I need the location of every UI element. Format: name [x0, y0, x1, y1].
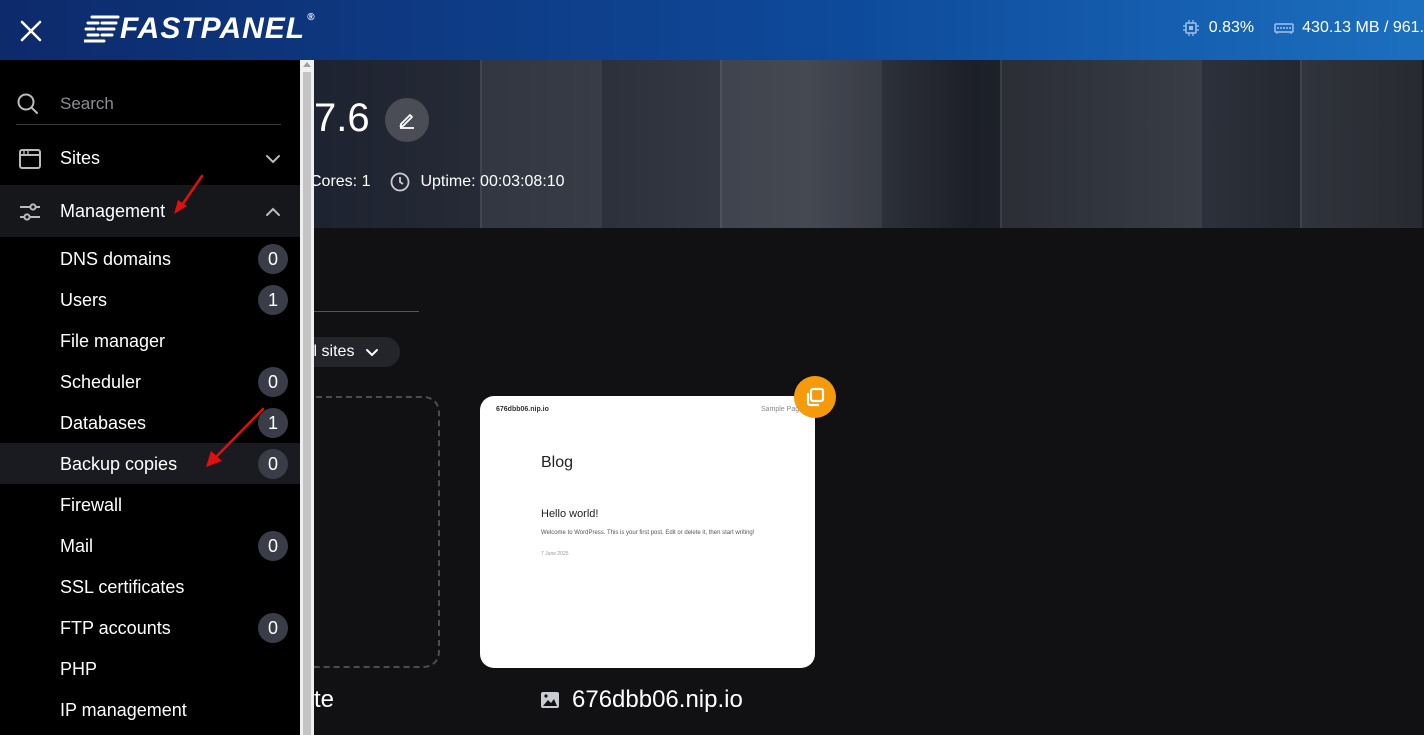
create-site-label[interactable]: te [314, 686, 334, 714]
preview-blog-title: Blog [541, 454, 574, 471]
sidebar-item-ssl-certificates[interactable]: SSL certificates [0, 566, 300, 607]
sidebar-menu: Sites Management DNS domains 0 Users 1 F… [0, 60, 300, 735]
sidebar-item-dns-domains[interactable]: DNS domains 0 [0, 238, 300, 279]
sidebar-item-backup-copies[interactable]: Backup copies 0 [0, 443, 300, 484]
sidebar-item-label: Backup copies [60, 454, 178, 474]
memory-icon [1274, 23, 1294, 34]
count-badge: 0 [258, 449, 288, 479]
filter-label: ll sites [310, 343, 355, 360]
server-hero-banner: 7.6 Cores: 1 Uptime: 00:03:08:10 [300, 60, 1424, 228]
sidebar-item-label: SSL certificates [60, 577, 185, 597]
uptime-value: Uptime: 00:03:08:10 [420, 173, 565, 190]
browser-window-icon [19, 149, 41, 169]
hero-background-rack [1000, 60, 1202, 228]
sidebar-item-users[interactable]: Users 1 [0, 279, 300, 320]
sidebar-item-ftp-accounts[interactable]: FTP accounts 0 [0, 607, 300, 648]
sidebar-item-label: Mail [60, 536, 94, 556]
image-icon [541, 692, 559, 708]
site-preview-card[interactable]: 676dbb06.nip.io Sample Page Blog Hello w… [480, 396, 815, 668]
sidebar-item-label: File manager [60, 331, 166, 351]
edit-server-name-button[interactable] [385, 98, 429, 142]
fastpanel-logo[interactable]: FASTPANEL ® [84, 12, 316, 46]
hero-background-rack [720, 60, 882, 228]
server-title: 7.6 [314, 96, 370, 140]
sidebar-group-management[interactable]: Management [0, 185, 300, 237]
sidebar-item-databases[interactable]: Databases 1 [0, 402, 300, 443]
count-badge: 1 [258, 285, 288, 315]
count-badge: 0 [258, 613, 288, 643]
cpu-usage: 0.83% [1208, 19, 1255, 36]
scroll-up-arrow-icon[interactable] [303, 62, 311, 67]
logo-mark-icon [84, 15, 120, 43]
hero-background-rack [480, 60, 602, 228]
chevron-down-icon [266, 155, 280, 164]
sidebar-item-file-manager[interactable]: File manager [0, 320, 300, 361]
top-bar: FASTPANEL ® 0.83% 430.13 MB / 961. [0, 0, 1424, 60]
sidebar-item-scheduler[interactable]: Scheduler 0 [0, 361, 300, 402]
memory-usage: 430.13 MB / 961. [1302, 19, 1424, 36]
sidebar-group-sites[interactable]: Sites [0, 132, 300, 184]
search-input[interactable] [58, 93, 262, 115]
sidebar-item-ip-management[interactable]: IP management [0, 689, 300, 730]
tabs-underline [300, 311, 419, 312]
sidebar-item-firewall[interactable]: Firewall [0, 484, 300, 525]
chevron-down-icon [366, 349, 379, 357]
sidebar-item-php[interactable]: PHP [0, 648, 300, 689]
sidebar-search[interactable] [16, 84, 281, 125]
copy-icon [806, 387, 825, 407]
sidebar-item-label: Databases [60, 413, 147, 433]
clock-icon [391, 172, 410, 192]
chevron-up-icon [266, 207, 280, 216]
sidebar-item-label: Firewall [60, 495, 123, 515]
sidebar-scrollbar[interactable] [300, 60, 314, 735]
count-badge: 0 [258, 244, 288, 274]
hero-background-rack [1300, 60, 1422, 228]
scrollbar-thumb[interactable] [303, 72, 311, 735]
server-meta: Cores: 1 Uptime: 00:03:08:10 [310, 172, 565, 192]
sidebar-group-label: Sites [60, 147, 101, 168]
preview-post-excerpt: Welcome to WordPress. This is your first… [541, 530, 755, 536]
sidebar-item-label: Users [60, 290, 108, 310]
search-icon [17, 93, 38, 114]
sidebar-item-label: DNS domains [60, 249, 172, 269]
sidebar-group-label: Management [60, 200, 166, 221]
sidebar-item-label: FTP accounts [60, 618, 171, 638]
close-icon [20, 20, 42, 42]
pencil-icon [399, 114, 414, 129]
sliders-icon [20, 203, 40, 221]
close-menu-button[interactable] [16, 16, 46, 46]
sidebar-item-label: IP management [60, 700, 187, 720]
preview-host: 676dbb06.nip.io [496, 406, 549, 413]
count-badge: 0 [258, 367, 288, 397]
preview-post-date: 7 June 2025 [541, 551, 569, 557]
site-name[interactable]: 676dbb06.nip.io [572, 686, 743, 714]
preview-post-title: Hello world! [541, 508, 599, 520]
count-badge: 1 [258, 408, 288, 438]
site-name-row[interactable]: 676dbb06.nip.io [540, 686, 743, 714]
copy-site-button[interactable] [794, 376, 836, 418]
sidebar-item-mail[interactable]: Mail 0 [0, 525, 300, 566]
count-badge: 0 [258, 531, 288, 561]
cores-count: Cores: 1 [310, 173, 371, 190]
cpu-icon [1182, 20, 1199, 36]
sidebar-item-label: PHP [60, 659, 98, 679]
logo-text: FASTPANEL ® [120, 12, 316, 45]
server-stats: 0.83% 430.13 MB / 961. [1181, 18, 1424, 38]
sidebar-item-label: Scheduler [60, 372, 142, 392]
